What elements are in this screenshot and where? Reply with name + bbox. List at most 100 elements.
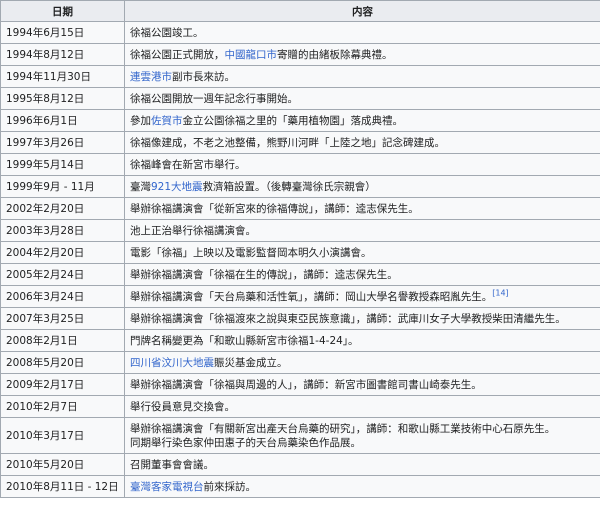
table-row: 2008年5月20日 四川省汶川大地震賑災基金成立。	[0, 351, 600, 374]
table-row: 2008年2月1日 門牌名稱變更為「和歌山縣新宮市徐福1-4-24」。	[0, 329, 600, 352]
wiki-link[interactable]: 921大地震	[151, 181, 203, 193]
table-row: 2010年5月20日 召開董事會會議。	[0, 453, 600, 476]
table-row: 2004年2月20日 電影「徐福」上映以及電影監督岡本明久小演講會。	[0, 241, 600, 264]
content-text: 徐福公園正式開放，	[130, 48, 225, 61]
content-text: 舉辦徐福講演會「徐福渡來之說與東亞民族意識」，講師：武庫川女子大學教授柴田清繼先…	[130, 312, 566, 325]
content-text: 副市長來訪。	[172, 70, 235, 83]
content-cell: 徐福公園正式開放，中國龍口市寄贈的由緒板除幕典禮。	[124, 43, 600, 66]
wiki-link[interactable]: 龍口市	[246, 49, 278, 61]
wiki-link[interactable]: 四川省汶川大地震	[130, 357, 214, 369]
date-cell: 2005年2月24日	[0, 263, 125, 286]
content-text: 徐福公園竣工。	[130, 26, 204, 39]
table-row: 2002年2月20日 舉辦徐福講演會「從新宮來的徐福傳說」，講師：逵志保先生。	[0, 197, 600, 220]
date-cell: 1994年11月30日	[0, 65, 125, 88]
wiki-link[interactable]: 臺灣客家電視台	[130, 481, 204, 493]
date-cell: 1995年8月12日	[0, 87, 125, 110]
date-cell: 2009年2月17日	[0, 373, 125, 396]
wiki-link[interactable]: 連雲港市	[130, 71, 172, 83]
table-row: 1999年5月14日 徐福峰會在新宮市舉行。	[0, 153, 600, 176]
content-text: 救濟箱設置。（後轉臺灣徐氏宗親會）	[202, 180, 376, 193]
content-cell: 門牌名稱變更為「和歌山縣新宮市徐福1-4-24」。	[124, 329, 600, 352]
content-cell: 舉辦徐福講演會「徐福與周邊的人」，講師：新宮市圖書館司書山崎泰先生。	[124, 373, 600, 396]
citation-link[interactable]: [14]	[492, 288, 508, 297]
content-cell: 舉辦徐福講演會「從新宮來的徐福傳說」，講師：逵志保先生。	[124, 197, 600, 220]
date-cell: 1996年6月1日	[0, 109, 125, 132]
header-row: 日期 内容	[0, 0, 600, 22]
table-row: 2005年2月24日 舉辦徐福講演會「徐福在生的傳說」，講師：逵志保先生。	[0, 263, 600, 286]
content-text: 門牌名稱變更為「和歌山縣新宮市徐福1-4-24」。	[130, 334, 359, 347]
date-cell: 1994年6月15日	[0, 21, 125, 44]
content-cell: 池上正治舉行徐福講演會。	[124, 219, 600, 242]
content-cell: 徐福公園開放一週年記念行事開始。	[124, 87, 600, 110]
content-cell: 連雲港市副市長來訪。	[124, 65, 600, 88]
content-text: 舉行役員意見交換會。	[130, 400, 235, 413]
date-cell: 2002年2月20日	[0, 197, 125, 220]
content-text: 臺灣	[130, 180, 151, 193]
date-cell: 2010年2月7日	[0, 395, 125, 418]
table-row: 1994年6月15日 徐福公園竣工。	[0, 21, 600, 44]
content-cell: 徐福公園竣工。	[124, 21, 600, 44]
content-cell: 徐福像建成，不老之池整備，熊野川河畔「上陸之地」記念碑建成。	[124, 131, 600, 154]
content-cell: 舉辦徐福講演會「徐福渡來之說與東亞民族意識」，講師：武庫川女子大學教授柴田清繼先…	[124, 307, 600, 330]
table-row: 1994年11月30日 連雲港市副市長來訪。	[0, 65, 600, 88]
table-row: 1994年8月12日 徐福公園正式開放，中國龍口市寄贈的由緒板除幕典禮。	[0, 43, 600, 66]
content-cell: 徐福峰會在新宮市舉行。	[124, 153, 600, 176]
table-row: 1996年6月1日 參加佐賀市金立公園徐福之里的「藥用植物園」落成典禮。	[0, 109, 600, 132]
content-cell: 電影「徐福」上映以及電影監督岡本明久小演講會。	[124, 241, 600, 264]
date-cell: 2007年3月25日	[0, 307, 125, 330]
date-cell: 2010年8月11日 - 12日	[0, 475, 125, 498]
content-text: 池上正治舉行徐福講演會。	[130, 224, 256, 237]
date-cell: 2010年3月17日	[0, 417, 125, 454]
content-cell: 舉辦徐福講演會「天台烏藥和活性氧」，講師：岡山大學名譽教授森昭胤先生。[14]	[124, 285, 600, 308]
content-cell: 四川省汶川大地震賑災基金成立。	[124, 351, 600, 374]
content-cell: 參加佐賀市金立公園徐福之里的「藥用植物園」落成典禮。	[124, 109, 600, 132]
table-row: 2010年3月17日 舉辦徐福講演會「有關新宮出產天台烏藥的研究」，講師：和歌山縣…	[0, 417, 600, 454]
date-cell: 2003年3月28日	[0, 219, 125, 242]
content-cell: 舉行役員意見交換會。	[124, 395, 600, 418]
table-row: 1999年9月 - 11月 臺灣921大地震救濟箱設置。（後轉臺灣徐氏宗親會）	[0, 175, 600, 198]
wiki-link[interactable]: 佐賀市	[151, 115, 183, 127]
date-cell: 2010年5月20日	[0, 453, 125, 476]
date-cell: 1999年9月 - 11月	[0, 175, 125, 198]
date-cell: 1999年5月14日	[0, 153, 125, 176]
content-text: 賑災基金成立。	[214, 356, 288, 369]
content-cell: 舉辦徐福講演會「徐福在生的傳說」，講師：逵志保先生。	[124, 263, 600, 286]
wiki-link[interactable]: 中國	[225, 49, 246, 61]
content-text: 徐福峰會在新宮市舉行。	[130, 158, 246, 171]
content-text: 舉辦徐福講演會「從新宮來的徐福傳說」，講師：逵志保先生。	[130, 202, 419, 215]
content-cell: 舉辦徐福講演會「有關新宮出產天台烏藥的研究」，講師：和歌山縣工業技術中心石原先生…	[124, 417, 600, 454]
content-text: 寄贈的由緒板除幕典禮。	[277, 48, 393, 61]
content-cell: 召開董事會會議。	[124, 453, 600, 476]
date-cell: 2006年3月24日	[0, 285, 125, 308]
table-row: 2003年3月28日 池上正治舉行徐福講演會。	[0, 219, 600, 242]
date-cell: 2008年5月20日	[0, 351, 125, 374]
content-column-header[interactable]: 内容	[124, 0, 600, 22]
content-text: 電影「徐福」上映以及電影監督岡本明久小演講會。	[130, 246, 372, 259]
table-row: 2010年8月11日 - 12日 臺灣客家電視台前來採訪。	[0, 475, 600, 498]
date-cell: 2008年2月1日	[0, 329, 125, 352]
content-text: 舉辦徐福講演會「天台烏藥和活性氧」，講師：岡山大學名譽教授森昭胤先生。	[130, 290, 493, 303]
timeline-table: 日期 内容 1994年6月15日 徐福公園竣工。 1994年8月12日 徐福公園正式開…	[0, 0, 600, 498]
content-text: 同期舉行染色家仲田惠子的天台烏藥染色作品展。	[130, 436, 361, 449]
date-cell: 1994年8月12日	[0, 43, 125, 66]
date-column-header[interactable]: 日期	[0, 0, 125, 22]
date-cell: 1997年3月26日	[0, 131, 125, 154]
table-row: 2009年2月17日 舉辦徐福講演會「徐福與周邊的人」，講師：新宮市圖書館司書山崎…	[0, 373, 600, 396]
table-row: 2007年3月25日 舉辦徐福講演會「徐福渡來之說與東亞民族意識」，講師：武庫川女…	[0, 307, 600, 330]
content-text: 徐福像建成，不老之池整備，熊野川河畔「上陸之地」記念碑建成。	[130, 136, 445, 149]
content-text: 參加	[130, 114, 151, 127]
table-row: 2010年2月7日 舉行役員意見交換會。	[0, 395, 600, 418]
content-text: 召開董事會會議。	[130, 458, 214, 471]
date-cell: 2004年2月20日	[0, 241, 125, 264]
content-cell: 臺灣客家電視台前來採訪。	[124, 475, 600, 498]
content-text: 徐福公園開放一週年記念行事開始。	[130, 92, 298, 105]
content-text: 舉辦徐福講演會「徐福在生的傳說」，講師：逵志保先生。	[130, 268, 398, 281]
table-body: 1994年6月15日 徐福公園竣工。 1994年8月12日 徐福公園正式開放，中國龍口…	[0, 21, 600, 498]
content-text: 舉辦徐福講演會「有關新宮出產天台烏藥的研究」，講師：和歌山縣工業技術中心石原先生…	[130, 422, 556, 435]
table-row: 1997年3月26日 徐福像建成，不老之池整備，熊野川河畔「上陸之地」記念碑建成。	[0, 131, 600, 154]
content-text: 前來採訪。	[203, 480, 257, 493]
content-text: 金立公園徐福之里的「藥用植物園」落成典禮。	[182, 114, 404, 127]
table-row: 2006年3月24日 舉辦徐福講演會「天台烏藥和活性氧」，講師：岡山大學名譽教授森…	[0, 285, 600, 308]
table-row: 1995年8月12日 徐福公園開放一週年記念行事開始。	[0, 87, 600, 110]
content-text: 舉辦徐福講演會「徐福與周邊的人」，講師：新宮市圖書館司書山崎泰先生。	[130, 378, 482, 391]
